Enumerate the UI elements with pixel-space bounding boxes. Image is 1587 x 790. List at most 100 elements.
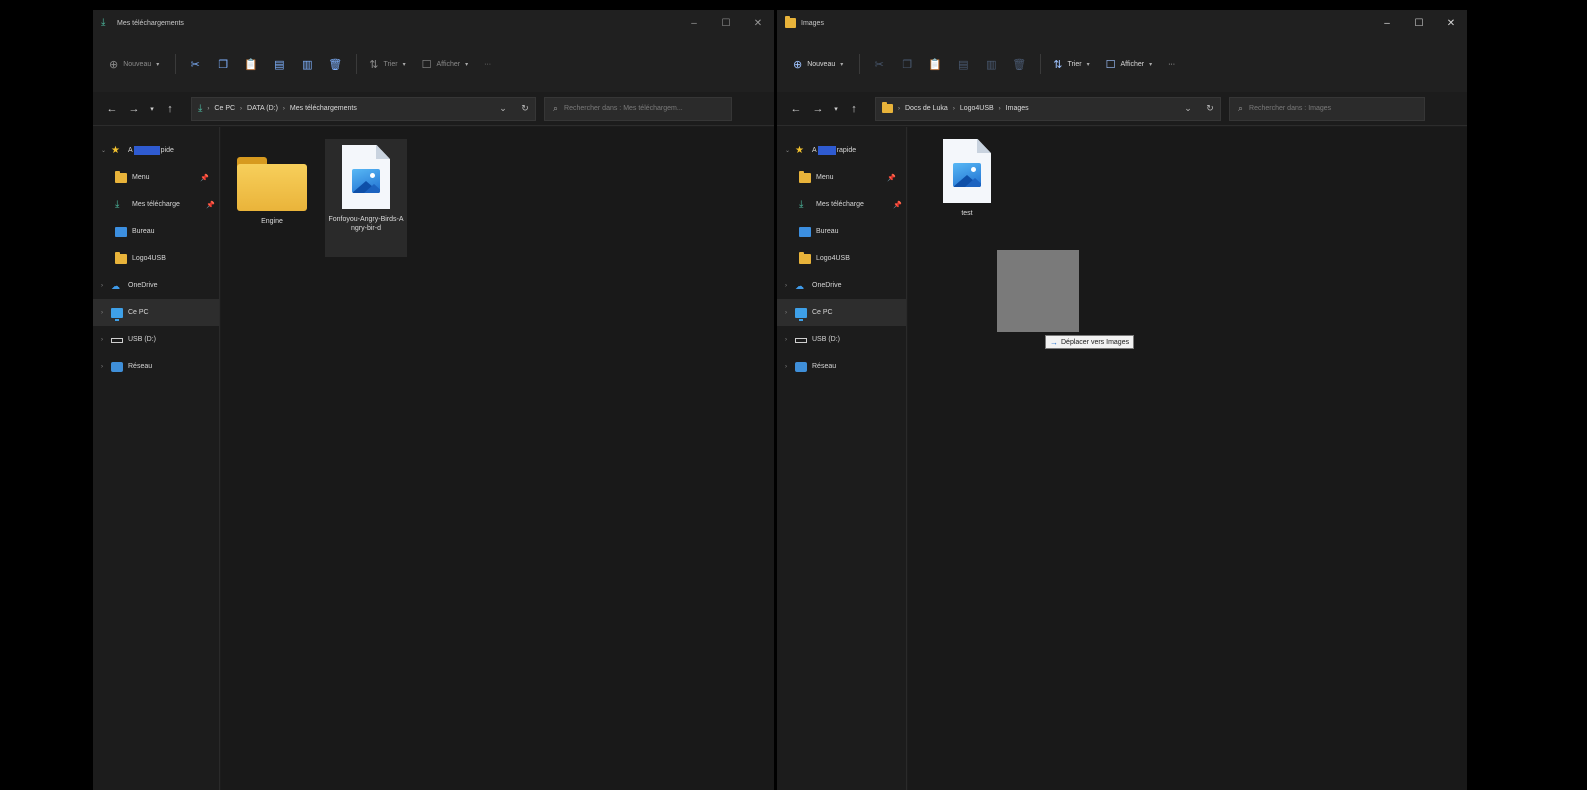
back-arrow-icon[interactable]: ←: [101, 98, 123, 120]
file-list[interactable]: test: [908, 127, 1467, 790]
maximize-button[interactable]: ☐: [710, 10, 742, 36]
nav-item-menu[interactable]: Menu 📌: [777, 164, 906, 191]
search-icon: ⌕: [1238, 103, 1244, 113]
file-item-image[interactable]: test: [926, 133, 1008, 251]
nav-quick-access[interactable]: ⌄ ★ Apide: [93, 137, 219, 164]
recent-locations-chevron-icon[interactable]: ▾: [145, 98, 159, 120]
search-input[interactable]: ⌕ Rechercher dans : Mes téléchargem...: [544, 96, 732, 121]
chevron-right-icon: ›: [898, 105, 900, 112]
maximize-button[interactable]: ☐: [1403, 10, 1435, 36]
sort-button[interactable]: ⇅ Trier ▾: [363, 52, 411, 76]
back-arrow-icon[interactable]: ←: [785, 98, 807, 120]
nav-onedrive[interactable]: › ☁ OneDrive: [777, 272, 906, 299]
new-button[interactable]: ⊕ Nouveau ▾: [787, 52, 849, 76]
network-icon: [111, 361, 123, 372]
rename-icon[interactable]: ▤: [266, 52, 292, 76]
minimize-button[interactable]: –: [1371, 10, 1403, 36]
plus-circle-icon: ⊕: [109, 58, 119, 71]
delete-icon[interactable]: 🗑: [322, 52, 348, 76]
address-history-chevron-icon[interactable]: ⌄: [493, 98, 513, 120]
view-button[interactable]: ☐ Afficher ▾: [1100, 52, 1159, 76]
cut-icon[interactable]: ✂: [182, 52, 208, 76]
title-bar[interactable]: Images – ☐ ✕: [777, 10, 1467, 36]
chevron-right-icon: ›: [207, 105, 210, 112]
more-options-button[interactable]: ···: [1162, 52, 1181, 76]
nav-network[interactable]: › Réseau: [93, 353, 219, 380]
chevron-right-icon: ›: [785, 282, 787, 289]
forward-arrow-icon[interactable]: →: [123, 98, 145, 120]
folder-icon: [799, 170, 811, 183]
drag-preview-thumbnail: [997, 250, 1079, 332]
chevron-down-icon: ⌄: [101, 148, 107, 154]
address-bar[interactable]: ⤓ › Ce PC › DATA (D:) › Mes téléchargeme…: [191, 96, 536, 121]
refresh-icon[interactable]: ↻: [515, 98, 535, 120]
breadcrumb-item[interactable]: Docs de Luka: [905, 105, 948, 112]
nav-item-downloads[interactable]: ⤓ Mes télécharge 📌: [93, 191, 219, 218]
redaction-block: [817, 146, 836, 155]
search-input[interactable]: ⌕ Rechercher dans : Images: [1229, 96, 1425, 121]
nav-item-downloads[interactable]: ⤓ Mes télécharge 📌: [777, 191, 906, 218]
chevron-down-icon: ▾: [156, 61, 160, 68]
nav-item-desktop[interactable]: Bureau: [93, 218, 219, 245]
up-arrow-icon[interactable]: ↑: [159, 98, 181, 120]
nav-onedrive[interactable]: › ☁ OneDrive: [93, 272, 219, 299]
share-icon[interactable]: ▥: [294, 52, 320, 76]
more-options-button[interactable]: ···: [478, 52, 497, 76]
folder-icon: [799, 251, 811, 264]
nav-item-menu[interactable]: Menu 📌: [93, 164, 219, 191]
paste-icon[interactable]: 📋: [922, 52, 948, 76]
copy-icon[interactable]: ❐: [210, 52, 236, 76]
download-icon: ⤓: [799, 198, 804, 210]
pin-icon: 📌: [206, 201, 215, 209]
view-button[interactable]: ☐ Afficher ▾: [416, 52, 475, 76]
copy-icon[interactable]: ❐: [894, 52, 920, 76]
share-icon[interactable]: ▥: [978, 52, 1004, 76]
breadcrumb-item[interactable]: Ce PC: [214, 105, 235, 112]
desktop-icon: [115, 226, 127, 237]
rename-icon[interactable]: ▤: [950, 52, 976, 76]
redaction-block: [133, 146, 160, 155]
search-icon: ⌕: [553, 103, 559, 113]
cut-icon[interactable]: ✂: [866, 52, 892, 76]
folder-icon: [115, 251, 127, 264]
nav-quick-access[interactable]: ⌄ ★ Arapide: [777, 137, 906, 164]
nav-usb-drive[interactable]: › USB (D:): [93, 326, 219, 353]
file-item-image[interactable]: Fonfoyou-Angry-Birds-Angry-bir-d: [325, 139, 407, 257]
download-icon: ⤓: [198, 102, 203, 114]
breadcrumb-item[interactable]: Images: [1006, 105, 1029, 112]
download-icon: ⤓: [115, 198, 120, 210]
breadcrumb-item[interactable]: DATA (D:): [247, 105, 278, 112]
chevron-down-icon: ▾: [465, 61, 469, 68]
nav-usb-drive[interactable]: › USB (D:): [777, 326, 906, 353]
breadcrumb-item[interactable]: Logo4USB: [960, 105, 994, 112]
file-explorer-window-downloads: ⤓ Mes téléchargements – ☐ ✕ ⊕ Nouveau ▾ …: [93, 10, 774, 790]
refresh-icon[interactable]: ↻: [1200, 98, 1220, 120]
sort-button[interactable]: ⇅ Trier ▾: [1047, 52, 1095, 76]
network-icon: [795, 361, 807, 372]
file-item-folder[interactable]: Engine: [231, 139, 313, 257]
recent-locations-chevron-icon[interactable]: ▾: [829, 98, 843, 120]
delete-icon[interactable]: 🗑: [1006, 52, 1032, 76]
nav-network[interactable]: › Réseau: [777, 353, 906, 380]
file-list[interactable]: Engine Fonfoyou-Angry-Birds-Angry-bir-d: [221, 127, 774, 790]
address-history-chevron-icon[interactable]: ⌄: [1178, 98, 1198, 120]
minimize-button[interactable]: –: [678, 10, 710, 36]
nav-this-pc[interactable]: › Ce PC: [777, 299, 906, 326]
nav-item-logo4usb[interactable]: Logo4USB: [777, 245, 906, 272]
pin-icon: 📌: [893, 201, 902, 209]
nav-item-desktop[interactable]: Bureau: [777, 218, 906, 245]
close-button[interactable]: ✕: [1435, 10, 1467, 36]
paste-icon[interactable]: 📋: [238, 52, 264, 76]
nav-item-logo4usb[interactable]: Logo4USB: [93, 245, 219, 272]
up-arrow-icon[interactable]: ↑: [843, 98, 865, 120]
title-bar[interactable]: ⤓ Mes téléchargements – ☐ ✕: [93, 10, 774, 36]
chevron-down-icon: ⌄: [785, 148, 791, 154]
chevron-right-icon: ›: [785, 336, 787, 343]
nav-this-pc[interactable]: › Ce PC: [93, 299, 219, 326]
chevron-right-icon: ›: [101, 363, 103, 370]
close-button[interactable]: ✕: [742, 10, 774, 36]
new-button[interactable]: ⊕ Nouveau ▾: [103, 52, 165, 76]
address-bar[interactable]: › Docs de Luka › Logo4USB › Images ⌄ ↻: [875, 96, 1221, 121]
breadcrumb-item[interactable]: Mes téléchargements: [290, 105, 357, 112]
forward-arrow-icon[interactable]: →: [807, 98, 829, 120]
